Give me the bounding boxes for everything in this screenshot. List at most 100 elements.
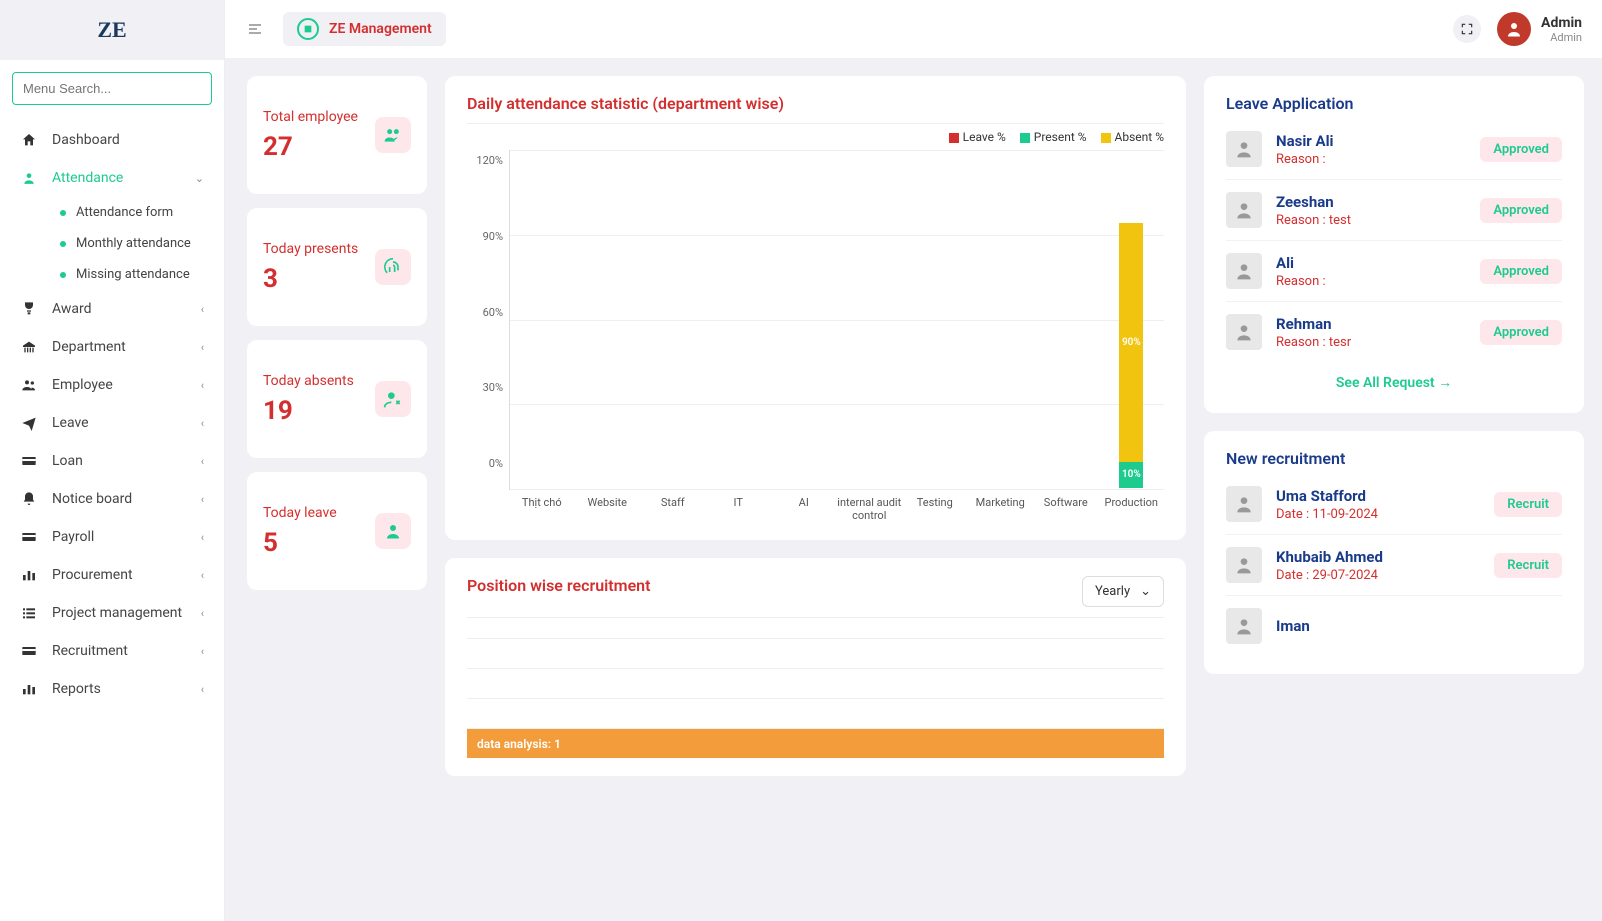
home-icon	[20, 132, 38, 148]
stat-value: 19	[263, 396, 354, 426]
leave-name: Rehman	[1276, 315, 1466, 333]
fullscreen-button[interactable]	[1453, 15, 1481, 43]
bar-chart-icon	[20, 681, 38, 697]
leave-entry: ZeeshanReason : testApproved	[1226, 180, 1562, 241]
nav-procurement[interactable]: Procurement ‹	[0, 556, 224, 594]
avatar-icon	[1226, 192, 1262, 228]
recruit-entry: Khubaib AhmedDate : 29-07-2024Recruit	[1226, 535, 1562, 596]
nav-recruitment[interactable]: Recruitment ‹	[0, 632, 224, 670]
nav-project[interactable]: Project management ‹	[0, 594, 224, 632]
avatar-icon	[1226, 314, 1262, 350]
bar-column	[1033, 150, 1098, 488]
chevron-right-icon: ‹	[201, 645, 204, 658]
chevron-right-icon: ‹	[201, 493, 204, 506]
nav-sub-monthly-attendance[interactable]: Monthly attendance	[48, 228, 224, 259]
leave-title: Leave Application	[1226, 94, 1562, 119]
recruit-name: Khubaib Ahmed	[1276, 548, 1480, 566]
nav-notice[interactable]: Notice board ‹	[0, 480, 224, 518]
nav-loan[interactable]: Loan ‹	[0, 442, 224, 480]
chart-y-axis: 120%90%60%30%0%	[467, 150, 509, 490]
recruit-entry: Uma StaffordDate : 11-09-2024Recruit	[1226, 474, 1562, 535]
nav-label: Procurement	[52, 567, 133, 583]
chevron-right-icon: ‹	[201, 379, 204, 392]
legend-present: Present %	[1020, 130, 1087, 144]
stat-value: 5	[263, 528, 337, 558]
bar-column	[837, 150, 902, 488]
recruitment-chart-card: Position wise recruitment Yearly ⌄ data …	[445, 558, 1186, 776]
nav-leave[interactable]: Leave ‹	[0, 404, 224, 442]
bar-column	[510, 150, 575, 488]
status-badge: Approved	[1480, 198, 1562, 223]
avatar-icon	[1226, 131, 1262, 167]
leave-entry: Nasir AliReason :Approved	[1226, 119, 1562, 180]
nav-label: Loan	[52, 453, 83, 469]
nav-employee[interactable]: Employee ‹	[0, 366, 224, 404]
nav-label: Attendance	[52, 170, 123, 186]
fingerprint-icon	[375, 249, 411, 285]
period-select[interactable]: Yearly ⌄	[1082, 576, 1164, 607]
avatar-icon	[1226, 547, 1262, 583]
chevron-right-icon: ‹	[201, 569, 204, 582]
card-icon	[20, 643, 38, 659]
leave-application-card: Leave Application Nasir AliReason :Appro…	[1204, 76, 1584, 413]
chevron-right-icon: ‹	[201, 341, 204, 354]
nav-department[interactable]: Department ‹	[0, 328, 224, 366]
trophy-icon	[20, 301, 38, 317]
user-name: Admin	[1541, 15, 1582, 31]
nav-label: Recruitment	[52, 643, 128, 659]
building-circle-icon	[297, 18, 319, 40]
user-role: Admin	[1541, 31, 1582, 44]
topbar: ZE Management Admin Admin	[225, 0, 1602, 58]
recruit-button[interactable]: Recruit	[1494, 553, 1562, 578]
new-recruitment-title: New recruitment	[1226, 449, 1562, 474]
brand-chip[interactable]: ZE Management	[283, 12, 446, 46]
leave-reason: Reason : test	[1276, 213, 1466, 228]
recruit-entry: Iman	[1226, 596, 1562, 656]
leave-reason: Reason :	[1276, 152, 1466, 167]
nav-label: Department	[52, 339, 126, 355]
nav-sub-missing-attendance[interactable]: Missing attendance	[48, 259, 224, 290]
chevron-down-icon: ⌄	[1140, 584, 1151, 599]
attendance-chart-card: Daily attendance statistic (department w…	[445, 76, 1186, 540]
nav-reports[interactable]: Reports ‹	[0, 670, 224, 708]
card-icon	[20, 453, 38, 469]
chevron-down-icon: ⌄	[195, 172, 204, 185]
list-icon	[20, 605, 38, 621]
nav-label: Employee	[52, 377, 113, 393]
bar-column: 10%90%	[1099, 150, 1164, 488]
stat-value: 3	[263, 264, 358, 294]
person-icon	[20, 171, 38, 185]
recruit-date: Date : 11-09-2024	[1276, 507, 1480, 522]
user-menu[interactable]: Admin Admin	[1497, 12, 1582, 46]
nav-sub-attendance-form[interactable]: Attendance form	[48, 197, 224, 228]
status-badge: Approved	[1480, 259, 1562, 284]
new-recruitment-card: New recruitment Uma StaffordDate : 11-09…	[1204, 431, 1584, 674]
avatar-icon	[1226, 253, 1262, 289]
brand-logo: ZE	[82, 10, 142, 50]
nav-payroll[interactable]: Payroll ‹	[0, 518, 224, 556]
nav-attendance[interactable]: Attendance ⌄	[0, 159, 224, 197]
nav-award[interactable]: Award ‹	[0, 290, 224, 328]
stat-label: Today presents	[263, 240, 358, 260]
recruitment-chart-title: Position wise recruitment	[467, 576, 650, 595]
person-icon	[375, 513, 411, 549]
nav-dashboard[interactable]: Dashboard	[0, 121, 224, 159]
see-all-requests-link[interactable]: See All Request →	[1336, 375, 1452, 391]
nav-label: Notice board	[52, 491, 132, 507]
brand-chip-label: ZE Management	[329, 21, 432, 37]
nav-label: Payroll	[52, 529, 94, 545]
legend-absent: Absent %	[1101, 130, 1164, 144]
nav-label: Dashboard	[52, 132, 120, 148]
person-x-icon	[375, 381, 411, 417]
recruitment-bar: data analysis: 1	[467, 729, 1164, 758]
menu-search-input[interactable]	[12, 72, 212, 105]
recruit-button[interactable]: Recruit	[1494, 492, 1562, 517]
nav-label: Award	[52, 301, 92, 317]
status-badge: Approved	[1480, 137, 1562, 162]
chevron-right-icon: ‹	[201, 607, 204, 620]
sidebar-toggle-button[interactable]	[245, 21, 265, 37]
chevron-right-icon: ‹	[201, 531, 204, 544]
stat-value: 27	[263, 132, 358, 162]
avatar-icon	[1226, 608, 1262, 644]
bar-column	[706, 150, 771, 488]
